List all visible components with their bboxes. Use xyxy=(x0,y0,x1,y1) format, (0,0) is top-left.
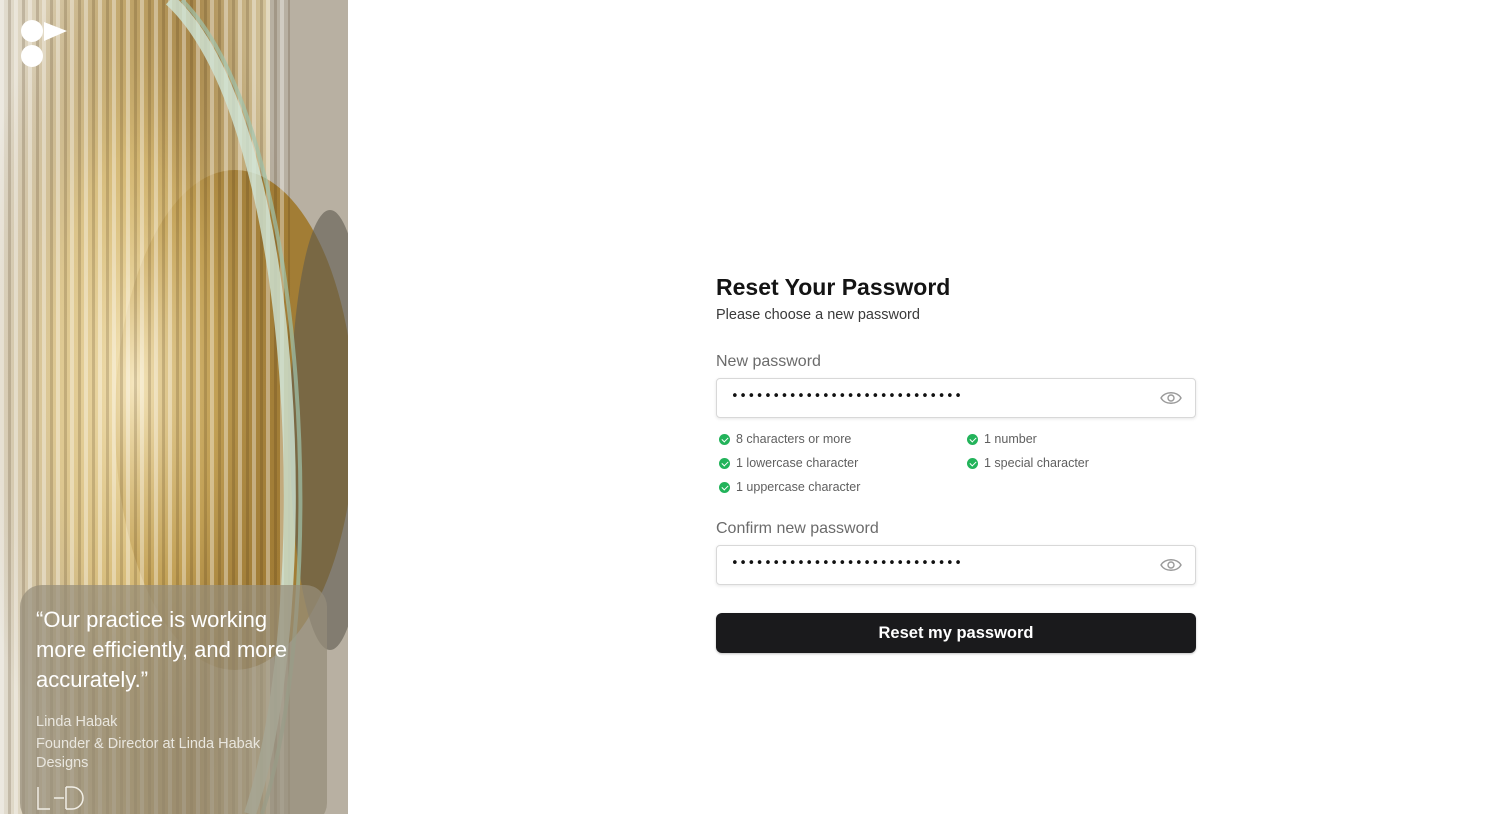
testimonial-quote: “Our practice is working more efficientl… xyxy=(36,607,288,692)
requirement-item: 8 characters or more xyxy=(716,430,964,448)
check-circle-icon xyxy=(967,433,978,445)
requirement-item: 1 special character xyxy=(964,454,1196,472)
check-circle-icon xyxy=(719,481,730,493)
check-circle-icon xyxy=(719,433,730,445)
check-circle-icon xyxy=(967,457,978,469)
page-title: Reset Your Password xyxy=(716,274,951,300)
testimonial-card: “Our practice is working more efficientl… xyxy=(20,585,327,814)
new-password-field[interactable]: •••••••••••••••••••••••••••• xyxy=(716,378,1196,418)
confirm-password-field[interactable]: •••••••••••••••••••••••••••• xyxy=(716,545,1196,585)
brand-logo-icon[interactable] xyxy=(20,19,68,69)
reset-password-button[interactable]: Reset my password xyxy=(716,613,1196,653)
reset-password-form: Reset Your Password Please choose a new … xyxy=(716,272,1196,653)
testimonial-author: Linda Habak xyxy=(36,714,118,730)
confirm-password-value: •••••••••••••••••••••••••••• xyxy=(731,556,963,571)
confirm-password-label: Confirm new password xyxy=(716,520,879,537)
new-password-label: New password xyxy=(716,353,821,370)
requirement-text: 1 special character xyxy=(984,456,1089,470)
check-circle-icon xyxy=(719,457,730,469)
requirement-item: 1 uppercase character xyxy=(716,478,964,496)
eye-icon[interactable] xyxy=(1160,389,1182,407)
company-logo-icon xyxy=(37,786,84,810)
page-subtitle: Please choose a new password xyxy=(716,307,920,323)
testimonial-author-role: Founder & Director at Linda Habak Design… xyxy=(36,736,261,771)
requirement-text: 8 characters or more xyxy=(736,432,852,446)
side-panel: “Our practice is working more efficientl… xyxy=(0,0,348,814)
requirement-item: 1 number xyxy=(964,430,1196,448)
requirement-item: 1 lowercase character xyxy=(716,454,964,472)
requirement-text: 1 uppercase character xyxy=(736,480,861,494)
requirement-text: 1 lowercase character xyxy=(736,456,859,470)
new-password-value: •••••••••••••••••••••••••••• xyxy=(731,389,963,404)
requirement-text: 1 number xyxy=(984,432,1037,446)
password-requirements: 8 characters or more 1 number 1 lowercas… xyxy=(716,430,1196,496)
eye-icon[interactable] xyxy=(1160,556,1182,574)
